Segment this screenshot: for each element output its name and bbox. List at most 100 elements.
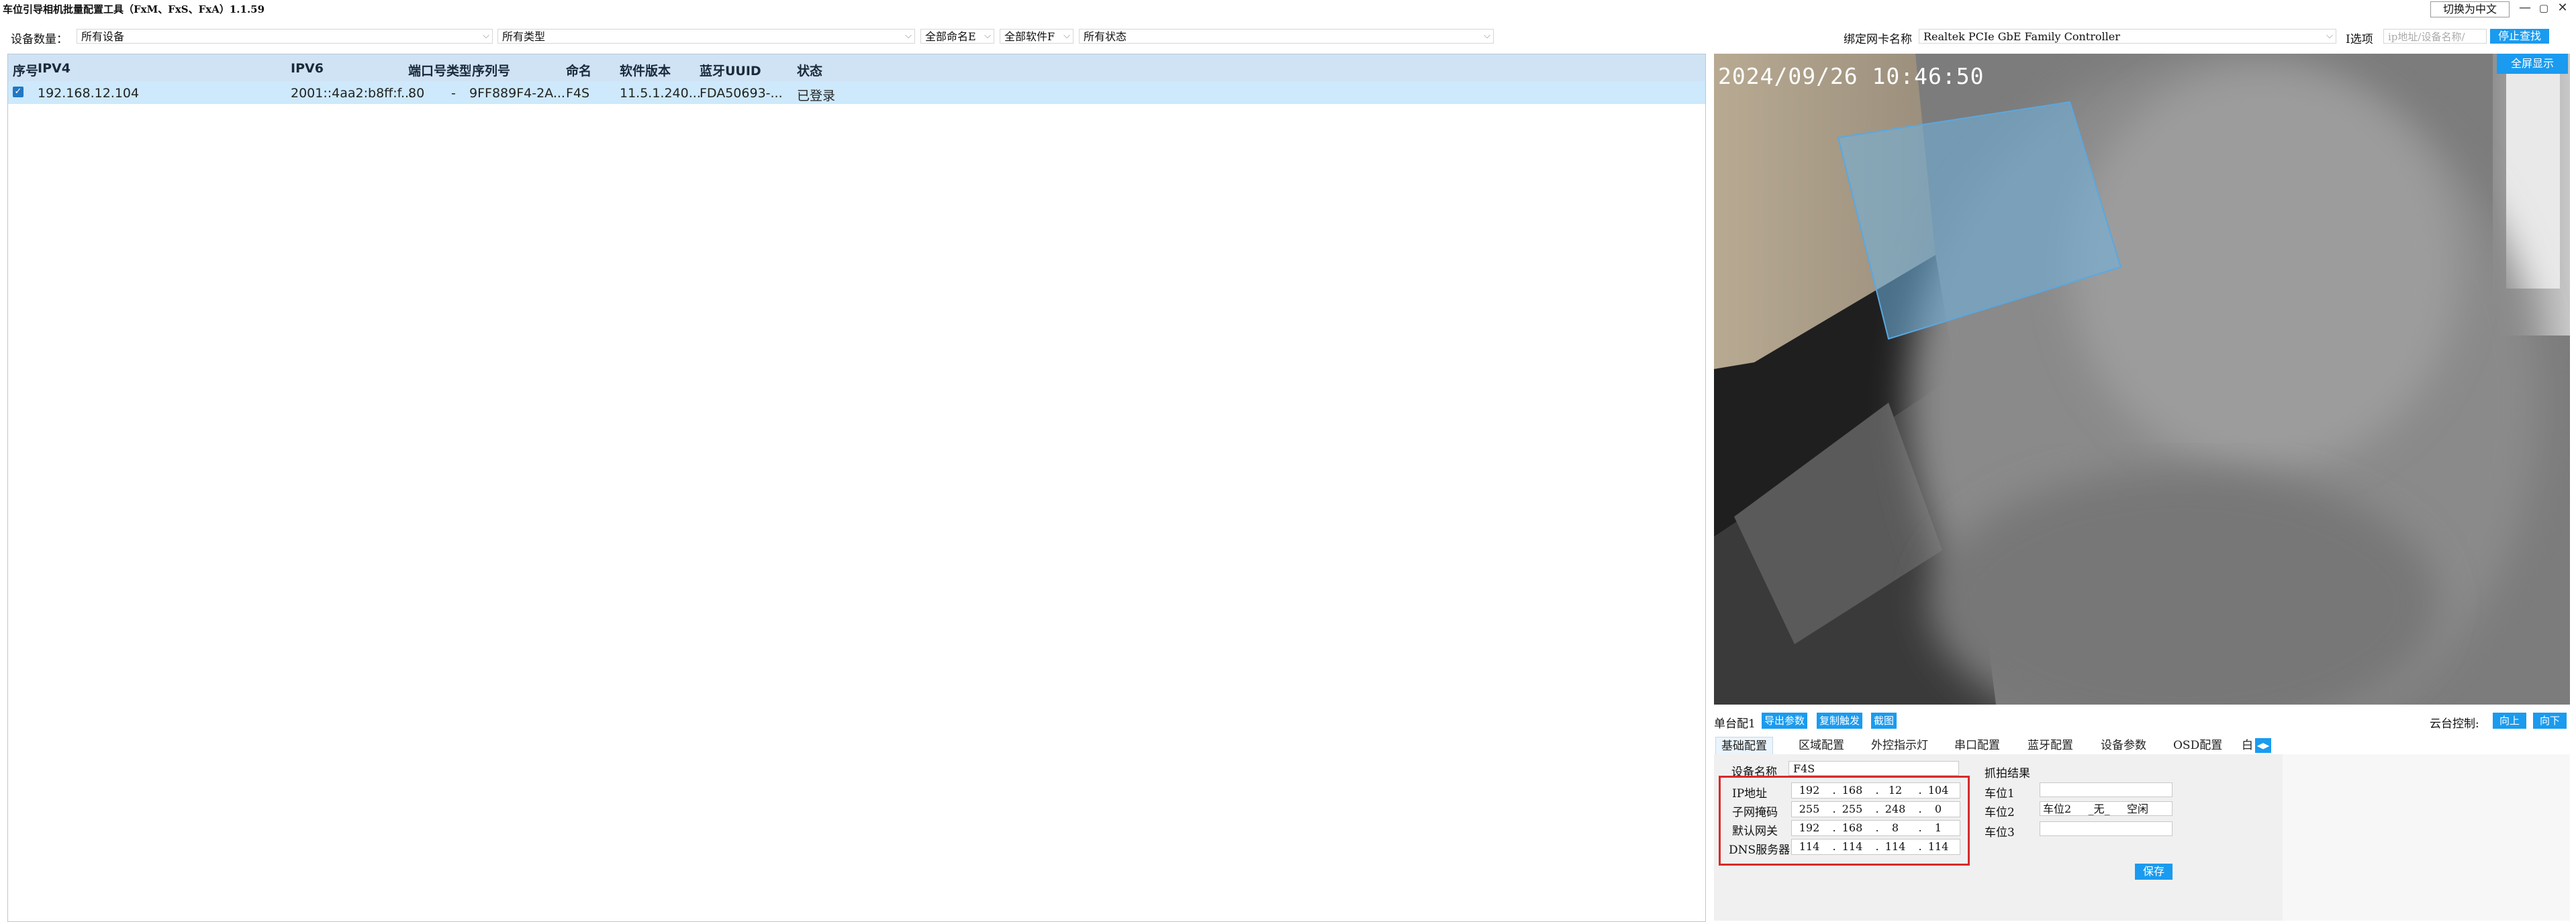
tab-region-config[interactable]: 区域配置 (1799, 737, 1844, 754)
ip-octet: 12 (1888, 784, 1903, 797)
dns-octet: 114 (1842, 840, 1863, 853)
tab-bluetooth-config[interactable]: 蓝牙配置 (2028, 737, 2073, 754)
gateway-label: 默认网关 (1732, 825, 1778, 838)
device-count-label: 设备数量： (11, 33, 68, 46)
nic-select[interactable]: Realtek PCIe GbE Family Controller ⌵ (1919, 29, 2336, 44)
search-input[interactable]: ip地址/设备名称/ (2383, 29, 2487, 44)
table-header: 序号 IPV4 IPV6 端口号 类型 序列号 命名 软件版本 蓝牙UUID 状… (8, 54, 1705, 81)
gateway-octet: 8 (1891, 821, 1899, 834)
tab-osd-config[interactable]: OSD配置 (2173, 737, 2222, 754)
stop-search-button[interactable]: 停止查找 (2490, 29, 2549, 44)
name-filter-value: 全部命名E (925, 30, 976, 43)
type-filter-select[interactable]: 所有类型 ⌵ (497, 29, 915, 44)
nic-value: Realtek PCIe GbE Family Controller (1923, 30, 2120, 43)
save-button[interactable]: 保存 (2135, 864, 2173, 880)
type-filter-value: 所有类型 (502, 30, 546, 43)
gateway-octet: 1 (1934, 821, 1942, 834)
ip-octet: 104 (1927, 784, 1949, 797)
column-header[interactable]: 端口号 (408, 61, 446, 79)
cell-serial: 9FF889F4-2A... (469, 86, 565, 101)
chevron-down-icon: ⌵ (905, 31, 912, 41)
tab-external-light[interactable]: 外控指示灯 (1871, 737, 1928, 754)
tab-basic-config[interactable]: 基础配置 (1715, 737, 1773, 755)
tab-more[interactable]: 白 (2242, 737, 2255, 754)
ptz-label: 云台控制: (2430, 717, 2479, 731)
chevron-down-icon: ⌵ (2326, 31, 2333, 41)
dns-octet: 114 (1799, 840, 1820, 853)
device-filter-value: 所有设备 (81, 30, 125, 43)
cell-status: 已登录 (797, 89, 836, 103)
slot2-value: 车位2 _无_ 空闲 (2040, 801, 2173, 816)
video-timestamp: 2024/09/26 10:46:50 (1718, 63, 1985, 89)
column-header[interactable]: 类型 (446, 61, 471, 79)
chevron-down-icon: ⌵ (483, 31, 489, 41)
chevron-down-icon: ⌵ (1063, 31, 1070, 41)
gateway-octet: 168 (1842, 821, 1863, 834)
column-header[interactable]: 状态 (797, 61, 822, 79)
device-table: 序号 IPV4 IPV6 端口号 类型 序列号 命名 软件版本 蓝牙UUID 状… (7, 54, 1706, 922)
chevron-down-icon: ⌵ (1484, 31, 1490, 41)
capture-button[interactable]: 截图 (1871, 713, 1897, 729)
row-checkbox[interactable]: ✓ (13, 87, 23, 97)
dns-input[interactable]: 114. 114. 114. 114 (1791, 839, 1960, 855)
nic-label: 绑定网卡名称 (1844, 33, 1912, 46)
column-header[interactable]: IPV6 (291, 61, 324, 76)
subnet-mask-input[interactable]: 255. 255. 248. 0 (1791, 801, 1960, 817)
device-filter-select[interactable]: 所有设备 ⌵ (77, 29, 493, 44)
app-title: 车位引导相机批量配置工具（FxM、FxS、FxA）1.1.59 (3, 3, 265, 15)
ip-octet: 168 (1842, 784, 1863, 797)
cell-name: F4S (566, 86, 590, 101)
mask-octet: 0 (1934, 803, 1942, 815)
ptz-down-button[interactable]: 向下 (2533, 713, 2567, 729)
cell-type: - (451, 86, 456, 101)
config-side-panel (2283, 754, 2570, 921)
column-header[interactable]: IPV4 (38, 61, 70, 76)
status-filter-select[interactable]: 所有状态 ⌵ (1079, 29, 1494, 44)
gateway-input[interactable]: 192. 168. 8. 1 (1791, 820, 1960, 836)
dns-label: DNS服务器 (1729, 843, 1791, 857)
status-filter-value: 所有状态 (1084, 30, 1127, 43)
cell-version: 11.5.1.240... (620, 86, 701, 101)
minimize-icon[interactable]: — (2516, 0, 2534, 16)
mask-octet: 255 (1842, 803, 1863, 815)
mask-octet: 255 (1799, 803, 1820, 815)
camera-frame-image (1714, 54, 2570, 705)
column-header[interactable]: 命名 (566, 61, 591, 79)
cell-ipv4: 192.168.12.104 (38, 86, 140, 101)
software-filter-select[interactable]: 全部软件F ⌵ (1000, 29, 1074, 44)
video-preview[interactable]: 2024/09/26 10:46:50 (1714, 54, 2570, 705)
copy-trigger-button[interactable]: 复制触发 (1817, 713, 1863, 729)
column-header[interactable]: 软件版本 (620, 61, 671, 79)
chevron-down-icon: ⌵ (984, 31, 991, 41)
capture-results-title: 抓拍结果 (1985, 767, 2030, 780)
ip-octet: 192 (1799, 784, 1820, 797)
ptz-up-button[interactable]: 向上 (2493, 713, 2526, 729)
config-tabs: 基础配置 区域配置 外控指示灯 串口配置 蓝牙配置 设备参数 OSD配置 白 ◀… (1714, 737, 2576, 755)
close-icon[interactable]: ✕ (2554, 0, 2571, 16)
ip-address-label: IP地址 (1732, 787, 1768, 801)
column-header[interactable]: 蓝牙UUID (700, 61, 761, 79)
subnet-mask-label: 子网掩码 (1732, 806, 1778, 819)
device-name-input[interactable]: F4S (1788, 761, 1959, 776)
cell-ipv6: 2001::4aa2:b8ff:f... (291, 86, 414, 101)
dns-octet: 114 (1885, 840, 1906, 853)
option-label: I选项 (2346, 33, 2373, 46)
export-params-button[interactable]: 导出参数 (1762, 713, 1808, 729)
ip-address-input[interactable]: 192. 168. 12. 104 (1791, 782, 1960, 799)
cell-port: 80 (408, 86, 425, 101)
maximize-icon[interactable]: ▢ (2535, 0, 2553, 16)
switch-language-button[interactable]: 切换为中文 (2430, 1, 2510, 17)
tabs-scroll-left-icon[interactable]: ◀▶ (2255, 738, 2271, 753)
column-header[interactable]: 序列号 (472, 61, 510, 79)
tab-device-params[interactable]: 设备参数 (2101, 737, 2146, 754)
slot1-label: 车位1 (1985, 787, 2015, 801)
slot3-label: 车位3 (1985, 826, 2015, 839)
column-header[interactable]: 序号 (13, 61, 38, 79)
software-filter-value: 全部软件F (1004, 30, 1055, 43)
gateway-octet: 192 (1799, 821, 1820, 834)
tab-serial-config[interactable]: 串口配置 (1954, 737, 2000, 754)
dns-octet: 114 (1927, 840, 1949, 853)
table-row[interactable]: ✓ 192.168.12.104 2001::4aa2:b8ff:f... 80… (8, 81, 1705, 104)
name-filter-select[interactable]: 全部命名E ⌵ (920, 29, 994, 44)
fullscreen-button[interactable]: 全屏显示 (2497, 54, 2568, 74)
